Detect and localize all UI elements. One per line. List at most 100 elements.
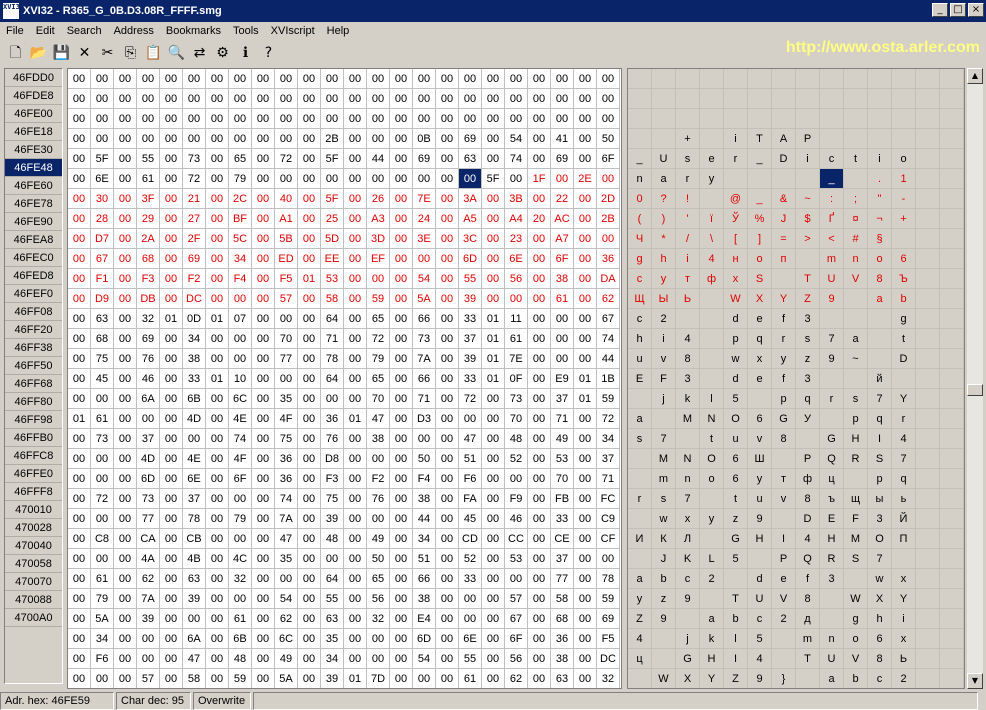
- hex-byte[interactable]: 00: [68, 249, 91, 269]
- char-cell[interactable]: N: [700, 409, 724, 429]
- char-cell[interactable]: [916, 449, 940, 469]
- hex-byte[interactable]: 00: [206, 229, 229, 249]
- hex-byte[interactable]: 00: [137, 109, 160, 129]
- hex-byte[interactable]: 00: [114, 449, 137, 469]
- hex-byte[interactable]: 00: [574, 469, 597, 489]
- hex-byte[interactable]: 69: [597, 609, 620, 629]
- char-cell[interactable]: [652, 629, 676, 649]
- char-cell[interactable]: [940, 189, 964, 209]
- hex-byte[interactable]: 00: [344, 229, 367, 249]
- hex-byte[interactable]: 00: [114, 369, 137, 389]
- char-cell[interactable]: H: [844, 429, 868, 449]
- hex-byte[interactable]: 00: [68, 189, 91, 209]
- char-cell[interactable]: [700, 89, 724, 109]
- hex-byte[interactable]: 00: [482, 89, 505, 109]
- hex-byte[interactable]: 72: [91, 489, 114, 509]
- hex-byte[interactable]: 00: [114, 529, 137, 549]
- hex-byte[interactable]: 00: [482, 129, 505, 149]
- hex-byte[interactable]: 00: [229, 589, 252, 609]
- char-cell[interactable]: 9: [820, 289, 844, 309]
- char-cell[interactable]: [652, 409, 676, 429]
- hex-byte[interactable]: 40: [275, 189, 298, 209]
- char-cell[interactable]: Y: [892, 589, 916, 609]
- hex-byte[interactable]: CA: [137, 529, 160, 549]
- char-cell[interactable]: 6: [868, 629, 892, 649]
- hex-byte[interactable]: F1: [91, 269, 114, 289]
- char-cell[interactable]: [844, 89, 868, 109]
- hex-byte[interactable]: 2E: [574, 169, 597, 189]
- hex-byte[interactable]: 00: [574, 289, 597, 309]
- hex-byte[interactable]: 00: [298, 309, 321, 329]
- hex-byte[interactable]: 00: [252, 289, 275, 309]
- hex-byte[interactable]: 00: [114, 229, 137, 249]
- hex-byte[interactable]: 4B: [183, 549, 206, 569]
- char-cell[interactable]: h: [628, 329, 652, 349]
- hex-byte[interactable]: 00: [206, 69, 229, 89]
- hex-byte[interactable]: 00: [183, 609, 206, 629]
- hex-byte[interactable]: 00: [68, 209, 91, 229]
- hex-byte[interactable]: 00: [298, 429, 321, 449]
- hex-byte[interactable]: 00: [436, 429, 459, 449]
- char-cell[interactable]: [844, 129, 868, 149]
- hex-byte[interactable]: 00: [229, 129, 252, 149]
- char-cell[interactable]: g: [844, 609, 868, 629]
- hex-byte[interactable]: 00: [597, 89, 620, 109]
- hex-byte[interactable]: 00: [436, 149, 459, 169]
- hex-byte[interactable]: 00: [160, 409, 183, 429]
- hex-byte[interactable]: 00: [344, 389, 367, 409]
- hex-byte[interactable]: F9: [505, 489, 528, 509]
- hex-byte[interactable]: 38: [183, 349, 206, 369]
- hex-byte[interactable]: 34: [229, 249, 252, 269]
- hex-byte[interactable]: 00: [390, 229, 413, 249]
- char-cell[interactable]: [940, 409, 964, 429]
- hex-byte[interactable]: 00: [298, 609, 321, 629]
- char-cell[interactable]: X: [748, 289, 772, 309]
- address-label[interactable]: 470028: [5, 519, 62, 537]
- hex-byte[interactable]: 00: [436, 489, 459, 509]
- hex-byte[interactable]: 69: [137, 329, 160, 349]
- char-cell[interactable]: y: [628, 589, 652, 609]
- menu-xviscript[interactable]: XVIscript: [265, 25, 321, 37]
- char-cell[interactable]: 6: [724, 469, 748, 489]
- char-cell[interactable]: [772, 509, 796, 529]
- hex-byte[interactable]: 00: [390, 669, 413, 688]
- hex-byte[interactable]: 49: [551, 429, 574, 449]
- hex-byte[interactable]: 00: [68, 269, 91, 289]
- address-label[interactable]: 46FE60: [5, 177, 62, 195]
- hex-byte[interactable]: 00: [482, 389, 505, 409]
- hex-byte[interactable]: F4: [229, 269, 252, 289]
- address-label[interactable]: 46FEF0: [5, 285, 62, 303]
- char-cell[interactable]: W: [652, 669, 676, 688]
- hex-byte[interactable]: 00: [114, 569, 137, 589]
- hex-byte[interactable]: 25: [321, 209, 344, 229]
- hex-byte[interactable]: 5A: [275, 669, 298, 688]
- hex-byte[interactable]: 46: [137, 369, 160, 389]
- hex-byte[interactable]: 0B: [413, 129, 436, 149]
- hex-byte[interactable]: 00: [528, 369, 551, 389]
- hex-byte[interactable]: 00: [551, 89, 574, 109]
- hex-byte[interactable]: 47: [275, 529, 298, 549]
- hex-byte[interactable]: 00: [206, 189, 229, 209]
- char-cell[interactable]: U: [652, 149, 676, 169]
- char-cell[interactable]: [748, 109, 772, 129]
- hex-byte[interactable]: 00: [436, 549, 459, 569]
- char-cell[interactable]: k: [700, 629, 724, 649]
- char-cell[interactable]: [940, 569, 964, 589]
- hex-byte[interactable]: 00: [91, 129, 114, 149]
- char-cell[interactable]: 8: [676, 349, 700, 369]
- hex-byte[interactable]: 36: [321, 409, 344, 429]
- char-cell[interactable]: [916, 349, 940, 369]
- char-cell[interactable]: P: [796, 129, 820, 149]
- char-cell[interactable]: [724, 169, 748, 189]
- char-cell[interactable]: [652, 89, 676, 109]
- char-cell[interactable]: A: [772, 129, 796, 149]
- hex-byte[interactable]: 00: [597, 109, 620, 129]
- hex-byte[interactable]: 6B: [229, 629, 252, 649]
- hex-byte[interactable]: 57: [137, 669, 160, 688]
- char-cell[interactable]: m: [652, 469, 676, 489]
- hex-grid[interactable]: 00 00 00 00 00 00 00 00 00 00 00 00 00 00 00 00 00 00 00 00…: [67, 68, 622, 689]
- hex-byte[interactable]: 63: [321, 609, 344, 629]
- char-cell[interactable]: d: [724, 309, 748, 329]
- hex-byte[interactable]: 00: [344, 309, 367, 329]
- hex-byte[interactable]: 00: [68, 289, 91, 309]
